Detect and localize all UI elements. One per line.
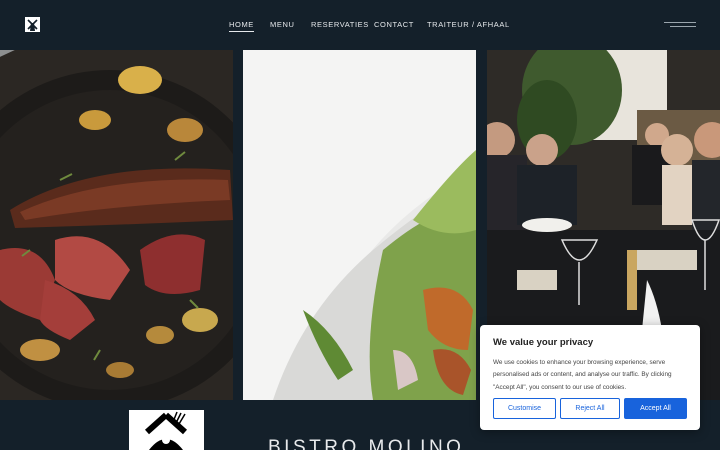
site-header: HOME MENU RESERVATIES CONTACT TRAITEUR /… [0, 0, 720, 50]
cookie-buttons: Customise Reject All Accept All [493, 398, 687, 419]
windmill-fork-knife-logo [129, 410, 204, 450]
cookie-description: We use cookies to enhance your browsing … [493, 359, 672, 391]
steak-with-mushrooms-photo [0, 50, 233, 400]
nav-item-home[interactable]: HOME [229, 20, 254, 32]
accept-all-button[interactable]: Accept All [624, 398, 687, 419]
nav-item-menu[interactable]: MENU [270, 20, 294, 29]
customise-button[interactable]: Customise [493, 398, 556, 419]
hamburger-menu-icon[interactable] [664, 21, 696, 29]
cookie-title: We value your privacy [493, 337, 594, 348]
nav-item-contact[interactable]: CONTACT [374, 20, 414, 29]
brand-title: BISTRO MOLINO [268, 437, 465, 450]
windmill-icon[interactable] [25, 17, 40, 32]
reject-all-button[interactable]: Reject All [560, 398, 620, 419]
nav-item-traiteur-afhaal[interactable]: TRAITEUR / AFHAAL [427, 20, 510, 29]
cookie-consent-banner: We value your privacy We use cookies to … [480, 325, 700, 430]
salad-closeup-photo [243, 50, 476, 400]
nav-item-reservaties[interactable]: RESERVATIES [311, 20, 369, 29]
